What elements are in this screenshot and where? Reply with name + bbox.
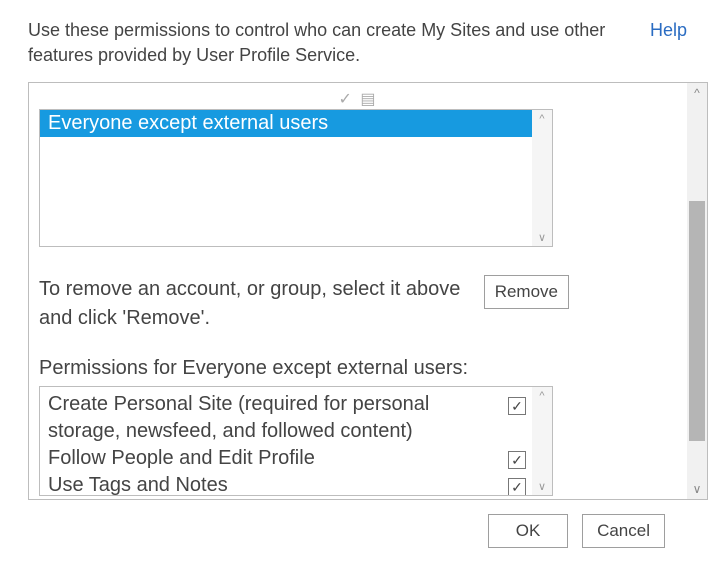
accounts-scrollbar[interactable]: ^ ∨ xyxy=(532,110,552,246)
permission-checkbox[interactable]: ✓ xyxy=(508,451,526,469)
scroll-track[interactable] xyxy=(687,103,707,479)
permission-label: Create Personal Site (required for perso… xyxy=(48,391,498,445)
cancel-button[interactable]: Cancel xyxy=(582,514,665,548)
permission-item: Create Personal Site (required for perso… xyxy=(48,391,526,445)
toolbar-decoration: ✓ ▤ xyxy=(39,89,677,107)
permission-checkbox[interactable]: ✓ xyxy=(508,478,526,495)
scroll-thumb[interactable] xyxy=(689,201,705,441)
permissions-heading: Permissions for Everyone except external… xyxy=(39,357,677,380)
scroll-down-icon[interactable]: ∨ xyxy=(532,228,552,246)
panel-scrollbar[interactable]: ^ ∨ xyxy=(687,83,707,499)
scroll-up-icon[interactable]: ^ xyxy=(687,83,707,103)
scroll-down-icon[interactable]: ∨ xyxy=(687,479,707,499)
permission-item: Follow People and Edit Profile ✓ xyxy=(48,445,526,472)
remove-instructions: To remove an account, or group, select i… xyxy=(39,275,464,333)
permissions-panel: ✓ ▤ Everyone except external users ^ ∨ T… xyxy=(28,82,708,500)
accounts-listbox[interactable]: Everyone except external users ^ ∨ xyxy=(39,109,553,247)
permission-label: Use Tags and Notes xyxy=(48,472,498,495)
scroll-up-icon[interactable]: ^ xyxy=(532,387,552,405)
permission-item: Use Tags and Notes ✓ xyxy=(48,472,526,495)
scroll-up-icon[interactable]: ^ xyxy=(532,110,552,128)
remove-button[interactable]: Remove xyxy=(484,275,569,309)
ok-button[interactable]: OK xyxy=(488,514,568,548)
permission-label: Follow People and Edit Profile xyxy=(48,445,498,472)
intro-text: Use these permissions to control who can… xyxy=(28,18,632,68)
permission-checkbox[interactable]: ✓ xyxy=(508,397,526,415)
permissions-listbox[interactable]: Create Personal Site (required for perso… xyxy=(39,386,553,496)
permissions-scrollbar[interactable]: ^ ∨ xyxy=(532,387,552,495)
list-item[interactable]: Everyone except external users xyxy=(40,110,532,137)
scroll-down-icon[interactable]: ∨ xyxy=(532,477,552,495)
help-link[interactable]: Help xyxy=(650,18,687,41)
